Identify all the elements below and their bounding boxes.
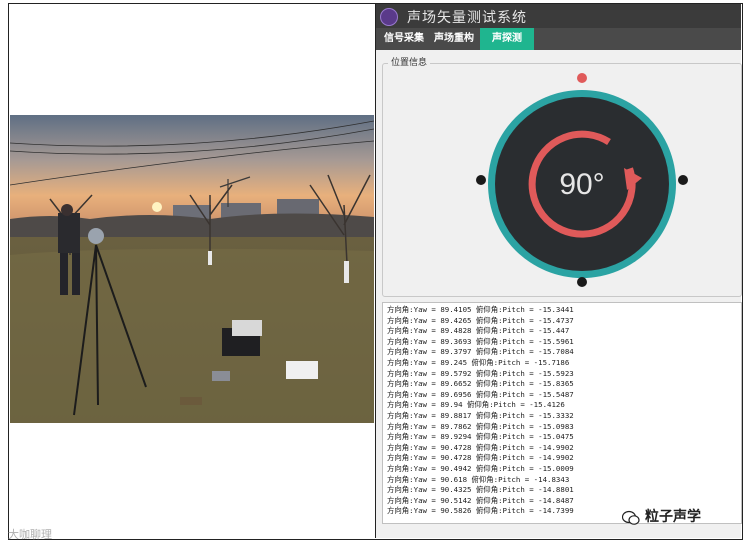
east-marker — [678, 175, 688, 185]
position-info-label: 位置信息 — [388, 55, 431, 68]
log-line: 方向角:Yaw = 90.4728 俯仰角:Pitch = -14.9902 — [387, 453, 574, 463]
watermark-right: 粒子声学 — [645, 509, 701, 525]
tab-sound-detection[interactable]: 声探测 — [480, 28, 534, 50]
field-test-photo — [10, 115, 374, 423]
north-marker — [577, 73, 587, 83]
watermark-left: 大咖聊理 — [8, 528, 52, 541]
wechat-icon — [622, 510, 640, 525]
log-line: 方向角:Yaw = 90.4325 俯仰角:Pitch = -14.8801 — [387, 485, 574, 495]
log-line: 方向角:Yaw = 89.9294 俯仰角:Pitch = -15.0475 — [387, 432, 574, 442]
app-title: 声场矢量测试系统 — [407, 10, 527, 26]
log-line: 方向角:Yaw = 90.4728 俯仰角:Pitch = -14.9902 — [387, 442, 574, 452]
angle-log-textbox[interactable]: 方向角:Yaw = 89.4105 俯仰角:Pitch = -15.3441 方… — [382, 302, 742, 524]
direction-compass: 90° — [476, 73, 688, 287]
log-line: 方向角:Yaw = 89.4265 俯仰角:Pitch = -15.4737 — [387, 315, 574, 325]
app-window: 声场矢量测试系统 信号采集 声场重构 声探测 90° 位置信息 方向角:Yaw … — [376, 4, 742, 538]
app-logo-icon — [380, 8, 398, 26]
log-line: 方向角:Yaw = 89.6956 俯仰角:Pitch = -15.5487 — [387, 389, 574, 399]
log-line: 方向角:Yaw = 89.3693 俯仰角:Pitch = -15.5961 — [387, 336, 574, 346]
log-line: 方向角:Yaw = 89.4105 俯仰角:Pitch = -15.3441 — [387, 305, 574, 314]
log-line: 方向角:Yaw = 89.4828 俯仰角:Pitch = -15.447 — [387, 326, 570, 336]
angle-readout: 90° — [559, 168, 604, 201]
log-line: 方向角:Yaw = 89.245 俯仰角:Pitch = -15.7186 — [387, 358, 570, 367]
tab-bar: 信号采集 声场重构 声探测 — [376, 28, 741, 50]
log-line: 方向角:Yaw = 90.618 俯仰角:Pitch = -14.8343 — [387, 474, 570, 484]
tab-sound-field-reconstruction[interactable]: 声场重构 — [430, 28, 478, 50]
log-line: 方向角:Yaw = 90.5826 俯仰角:Pitch = -14.7399 — [387, 506, 574, 516]
log-line: 方向角:Yaw = 89.3797 俯仰角:Pitch = -15.7084 — [387, 347, 574, 357]
south-marker — [577, 277, 587, 287]
log-line: 方向角:Yaw = 89.5792 俯仰角:Pitch = -15.5923 — [387, 368, 574, 378]
log-line: 方向角:Yaw = 89.7862 俯仰角:Pitch = -15.0983 — [387, 421, 574, 431]
log-line: 方向角:Yaw = 89.8817 俯仰角:Pitch = -15.3332 — [387, 411, 574, 420]
log-line: 方向角:Yaw = 89.6652 俯仰角:Pitch = -15.8365 — [387, 379, 574, 389]
log-line: 方向角:Yaw = 89.94 俯仰角:Pitch = -15.4126 — [387, 400, 565, 410]
tab-signal-acquisition[interactable]: 信号采集 — [380, 28, 428, 50]
position-info-group: 90° — [382, 63, 742, 297]
log-line: 方向角:Yaw = 90.5142 俯仰角:Pitch = -14.8487 — [387, 495, 574, 505]
title-bar: 声场矢量测试系统 — [376, 4, 741, 28]
log-line: 方向角:Yaw = 90.4942 俯仰角:Pitch = -15.0009 — [387, 464, 574, 473]
west-marker — [476, 175, 486, 185]
